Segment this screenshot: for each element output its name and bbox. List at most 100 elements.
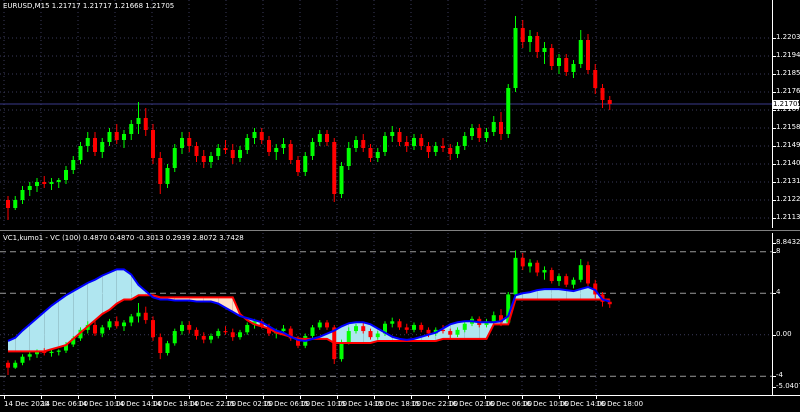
candle-body	[151, 130, 155, 158]
candle-body	[441, 146, 445, 148]
indicator-bar-body	[209, 335, 213, 340]
time-tick-mark	[189, 396, 190, 399]
kumo-cloud-segment	[51, 300, 59, 350]
price-tick-label: 1.22030	[776, 33, 800, 41]
candle-body	[303, 156, 308, 172]
indicator-bar-body	[448, 331, 453, 335]
indicator-tick-label: 8.8432	[776, 238, 800, 246]
candle-body	[325, 134, 329, 142]
candle-body	[317, 134, 322, 142]
indicator-bar-body	[542, 270, 547, 273]
indicator-bar-body	[27, 354, 32, 357]
indicator-bar-body	[455, 329, 460, 335]
candle-body	[129, 124, 134, 134]
indicator-bar-body	[20, 356, 25, 363]
indicator-tick-label: -4	[776, 371, 783, 380]
price-tick-label: 1.21400	[776, 159, 800, 167]
indicator-bar-body	[426, 329, 431, 334]
candle-body	[107, 132, 112, 142]
candle-body	[114, 132, 119, 140]
kumo-cloud-segment	[66, 291, 74, 346]
time-tick-label: 16 Dec 18:00	[596, 400, 644, 408]
indicator-bar-body	[578, 265, 583, 280]
candle-body	[274, 148, 279, 152]
candle-body	[412, 138, 416, 146]
indicator-bar-body	[6, 362, 10, 368]
indicator-tick-label: -5.0407	[776, 382, 800, 390]
candle-body	[35, 182, 39, 186]
price-tick-label: 1.21940	[776, 51, 800, 59]
indicator-bar-body	[216, 331, 221, 336]
candle-body	[180, 138, 184, 148]
candle-body	[506, 88, 511, 134]
indicator-bar-body	[114, 321, 119, 327]
price-tick-label: 1.21310	[776, 177, 800, 185]
candle-body	[165, 168, 170, 184]
candle-body	[375, 152, 380, 158]
candle-body	[201, 156, 206, 162]
candle-body	[49, 182, 54, 184]
time-tick-mark	[559, 396, 560, 399]
indicator-bar-body	[571, 279, 576, 285]
time-tick-mark	[263, 396, 264, 399]
pane-separator[interactable]	[0, 230, 800, 231]
indicator-bar-body	[419, 324, 424, 330]
kumo-cloud-segment	[551, 289, 559, 300]
price-chart-pane[interactable]: EURUSD,M15 1.21717 1.21717 1.21668 1.217…	[0, 0, 772, 228]
candle-body	[607, 100, 612, 104]
indicator-bar-body	[557, 276, 561, 282]
indicator-bar-body	[520, 257, 525, 267]
indicator-bar-body	[143, 312, 148, 321]
indicator-bar-body	[165, 343, 170, 354]
candle-body	[281, 144, 286, 148]
candle-body	[397, 132, 402, 142]
candle-body	[64, 170, 68, 180]
indicator-bar-body	[93, 324, 97, 334]
indicator-bar-body	[491, 315, 496, 322]
indicator-bar-body	[100, 327, 105, 334]
time-axis[interactable]: 14 Dec 2020 14 Dec 06:00 14 Dec 10:00 14 De…	[0, 395, 800, 412]
time-tick-mark	[448, 396, 449, 399]
indicator-bar-body	[317, 322, 322, 328]
indicator-bar-body	[404, 327, 409, 330]
indicator-canvas[interactable]	[0, 233, 772, 395]
price-tick-label: 1.21580	[776, 123, 800, 131]
candle-body	[426, 146, 431, 152]
time-tick-mark	[485, 396, 486, 399]
candle-body	[13, 200, 18, 208]
candle-body	[600, 88, 605, 100]
indicator-bar-body	[245, 324, 250, 333]
indicator-bar-body	[361, 326, 366, 332]
indicator-bar-body	[390, 321, 395, 324]
candle-body	[404, 142, 409, 146]
candle-body	[462, 136, 467, 146]
time-tick-mark	[337, 396, 338, 399]
candle-body	[513, 28, 518, 88]
candle-body	[143, 118, 148, 130]
indicator-bar-body	[346, 331, 351, 343]
indicator-pane[interactable]: VC1,kumo1 - VC (100) 0.4870 0.4870 -0.30…	[0, 233, 772, 395]
candle-body	[484, 132, 489, 138]
price-tick-label: 1.21130	[776, 213, 800, 221]
candle-body	[267, 140, 271, 152]
indicator-bar-body	[172, 331, 177, 344]
price-tick-label: 1.21220	[776, 195, 800, 203]
current-price-tag: 1.21705	[773, 100, 800, 109]
price-axis[interactable]: 1.220301.219401.218501.217601.216701.215…	[772, 0, 800, 228]
kumo-cloud-segment	[58, 295, 66, 348]
price-chart-canvas[interactable]	[0, 0, 772, 228]
kumo-cloud-segment	[116, 269, 124, 304]
candle-body	[354, 140, 358, 148]
candle-body	[368, 148, 373, 158]
indicator-bar-body	[375, 333, 380, 338]
candle-body	[528, 36, 532, 42]
candle-body	[78, 146, 83, 160]
candle-body	[549, 48, 554, 66]
candle-body	[332, 142, 337, 194]
time-tick-mark	[522, 396, 523, 399]
indicator-axis[interactable]: 8.84328 4 0.00 -4 -5.0407	[772, 233, 800, 395]
indicator-bar-body	[549, 270, 554, 282]
candle-body	[245, 138, 250, 150]
candle-body	[27, 186, 32, 190]
candle-body	[557, 58, 561, 66]
